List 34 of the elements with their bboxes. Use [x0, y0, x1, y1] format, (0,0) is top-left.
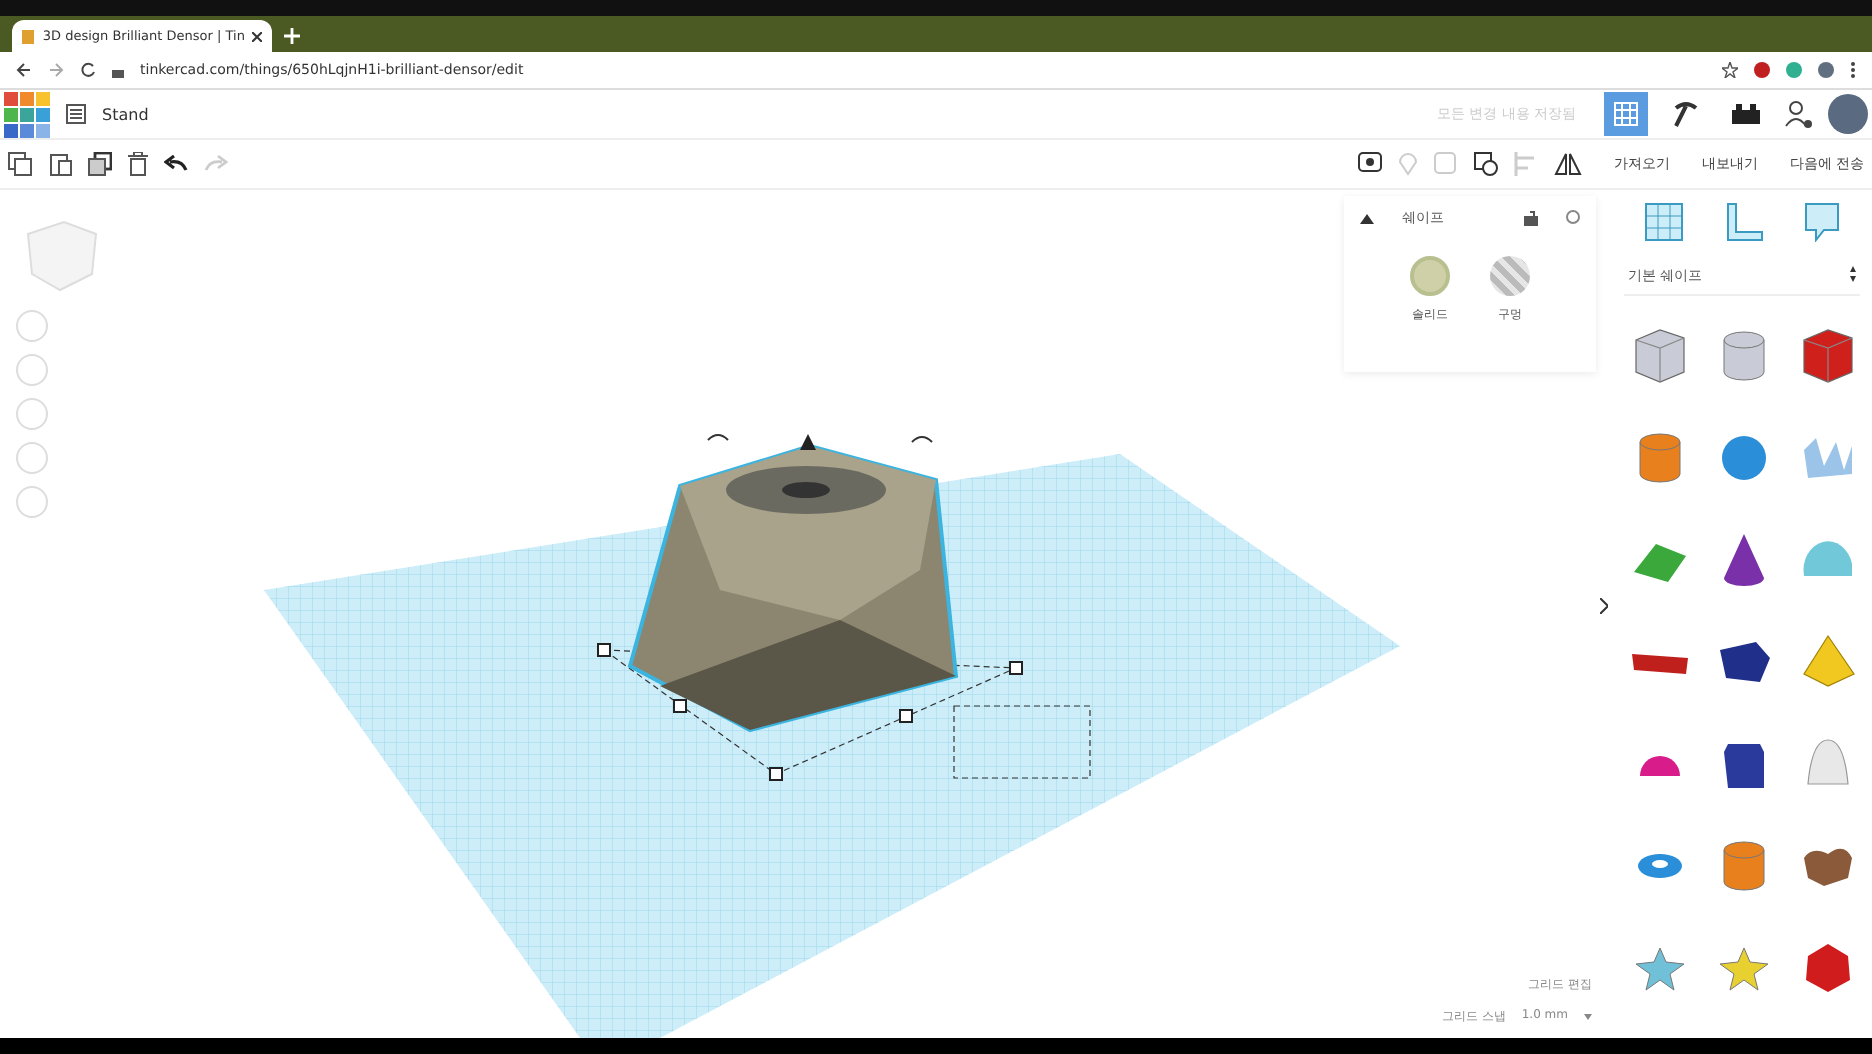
back-icon[interactable] — [16, 62, 32, 78]
brick-icon — [1732, 104, 1760, 124]
note-icon[interactable] — [1804, 202, 1840, 242]
trash-icon[interactable] — [128, 152, 148, 176]
chevron-icon[interactable] — [1600, 598, 1608, 614]
menu-icon[interactable] — [1850, 62, 1856, 78]
ruler-icon[interactable] — [1724, 202, 1764, 242]
caret-icon[interactable] — [1584, 1014, 1592, 1020]
lock-icon[interactable] — [1524, 210, 1538, 226]
undo-icon[interactable] — [164, 154, 188, 174]
avatar[interactable] — [1828, 94, 1868, 134]
reload-icon[interactable] — [80, 62, 96, 78]
workplane-icon[interactable] — [1644, 202, 1684, 242]
new-tab-icon[interactable] — [284, 28, 300, 44]
lift-arrow-icon[interactable] — [800, 434, 816, 450]
logo-icon[interactable] — [4, 91, 50, 137]
pickaxe-icon — [1672, 100, 1700, 128]
add-user-icon[interactable] — [1784, 100, 1812, 128]
profile-icon[interactable] — [1818, 62, 1834, 78]
paste-icon[interactable] — [48, 152, 72, 176]
design-name[interactable]: Stand — [102, 105, 1421, 123]
favicon-icon — [22, 29, 35, 43]
grid-icon — [1614, 102, 1638, 126]
grid-view-button[interactable] — [1604, 92, 1648, 136]
stepper-icon — [1850, 266, 1856, 282]
duplicate-icon[interactable] — [88, 152, 112, 176]
collapse-icon[interactable] — [1360, 213, 1374, 223]
close-icon[interactable] — [252, 31, 262, 41]
copy-icon[interactable] — [8, 152, 32, 176]
mirror-icon[interactable] — [1553, 152, 1582, 176]
polyhedron-drawing[interactable] — [627, 443, 959, 733]
list-icon[interactable] — [66, 104, 86, 124]
ungroup-icon[interactable] — [1473, 152, 1498, 176]
star-icon[interactable] — [1722, 62, 1738, 78]
